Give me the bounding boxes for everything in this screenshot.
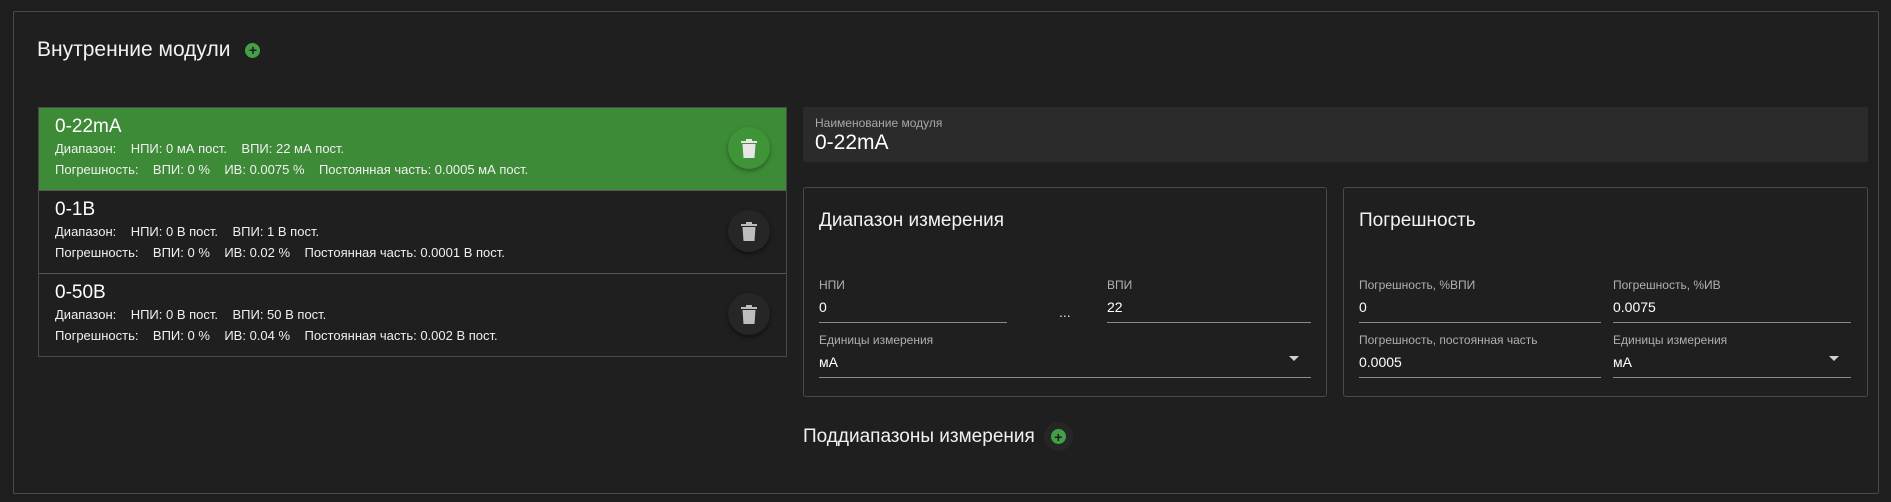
module-error-line: Погрешность: ВПИ: 0 % ИВ: 0.04 % Постоян… — [55, 328, 498, 343]
subranges-title-text: Поддиапазоны измерения — [803, 425, 1035, 447]
error-const-field[interactable]: Погрешность, постоянная часть 0.0005 — [1359, 333, 1601, 378]
module-name-label: Наименование модуля — [815, 116, 943, 130]
error-card: Погрешность Погрешность, %ВПИ 0 Погрешно… — [1343, 187, 1868, 397]
error-const-label: Погрешность, постоянная часть — [1359, 333, 1538, 347]
add-subrange-button[interactable]: + — [1043, 422, 1073, 451]
error-vpi-pct-input[interactable]: 0 — [1359, 298, 1601, 316]
module-range-line: Диапазон: НПИ: 0 В пост. ВПИ: 50 В пост. — [55, 307, 327, 322]
module-name-field[interactable]: Наименование модуля 0-22mA — [803, 107, 1868, 162]
range-card-title: Диапазон измерения — [819, 210, 1005, 231]
error-card-title: Погрешность — [1359, 210, 1476, 231]
range-units-label: Единицы измерения — [819, 333, 934, 347]
range-units-select[interactable]: Единицы измерения мА — [819, 333, 1311, 378]
plus-icon: + — [1050, 429, 1066, 444]
error-iv-pct-label: Погрешность, %ИВ — [1613, 278, 1721, 292]
add-module-icon[interactable]: + — [245, 42, 261, 58]
trash-icon — [741, 138, 757, 158]
module-list: 0-22mA Диапазон: НПИ: 0 мА пост. ВПИ: 22… — [38, 107, 787, 357]
trash-icon — [741, 304, 757, 324]
range-separator: ... — [1059, 304, 1071, 320]
npi-label: НПИ — [819, 278, 845, 292]
range-units-value: мА — [819, 354, 838, 370]
error-iv-pct-input[interactable]: 0.0075 — [1613, 298, 1851, 316]
section-title-text: Внутренние модули — [37, 38, 231, 61]
delete-module-button[interactable] — [728, 293, 770, 335]
vpi-label: ВПИ — [1107, 278, 1133, 292]
delete-module-button[interactable] — [728, 127, 770, 169]
trash-icon — [741, 221, 757, 241]
module-error-line: Погрешность: ВПИ: 0 % ИВ: 0.0075 % Посто… — [55, 162, 529, 177]
npi-underline — [819, 322, 1007, 323]
error-iv-pct-underline — [1613, 322, 1851, 323]
vpi-underline — [1107, 322, 1311, 323]
module-name: 0-50В — [55, 282, 106, 303]
module-name: 0-22mA — [55, 116, 122, 137]
module-error-line: Погрешность: ВПИ: 0 % ИВ: 0.02 % Постоян… — [55, 245, 505, 260]
chevron-down-icon[interactable] — [1289, 356, 1299, 361]
module-range-line: Диапазон: НПИ: 0 В пост. ВПИ: 1 В пост. — [55, 224, 320, 239]
error-units-value: мА — [1613, 354, 1632, 370]
error-const-input[interactable]: 0.0005 — [1359, 353, 1601, 371]
error-vpi-pct-field[interactable]: Погрешность, %ВПИ 0 — [1359, 278, 1601, 323]
delete-module-button[interactable] — [728, 210, 770, 252]
module-item-0-50v[interactable]: 0-50В Диапазон: НПИ: 0 В пост. ВПИ: 50 В… — [39, 274, 786, 357]
module-range-line: Диапазон: НПИ: 0 мА пост. ВПИ: 22 мА пос… — [55, 141, 345, 156]
module-item-0-22ma[interactable]: 0-22mA Диапазон: НПИ: 0 мА пост. ВПИ: 22… — [39, 108, 786, 191]
subranges-title: Поддиапазоны измерения + — [803, 422, 1073, 451]
module-name: 0-1В — [55, 199, 96, 220]
error-vpi-pct-label: Погрешность, %ВПИ — [1359, 278, 1476, 292]
range-card: Диапазон измерения НПИ 0 ... ВПИ 22 Един… — [803, 187, 1327, 397]
error-units-underline — [1613, 377, 1851, 378]
module-item-0-1v[interactable]: 0-1В Диапазон: НПИ: 0 В пост. ВПИ: 1 В п… — [39, 191, 786, 274]
error-iv-pct-field[interactable]: Погрешность, %ИВ 0.0075 — [1613, 278, 1851, 323]
error-vpi-pct-underline — [1359, 322, 1601, 323]
range-units-underline — [819, 377, 1311, 378]
chevron-down-icon[interactable] — [1829, 356, 1839, 361]
error-units-label: Единицы измерения — [1613, 333, 1728, 347]
vpi-input[interactable]: 22 — [1107, 298, 1311, 316]
module-name-input[interactable]: 0-22mA — [815, 130, 1868, 156]
error-const-underline — [1359, 377, 1601, 378]
npi-field[interactable]: НПИ 0 — [819, 278, 1007, 323]
vpi-field[interactable]: ВПИ 22 — [1107, 278, 1311, 323]
section-title: Внутренние модули + — [37, 38, 261, 62]
npi-input[interactable]: 0 — [819, 298, 1007, 316]
error-units-select[interactable]: Единицы измерения мА — [1613, 333, 1851, 378]
